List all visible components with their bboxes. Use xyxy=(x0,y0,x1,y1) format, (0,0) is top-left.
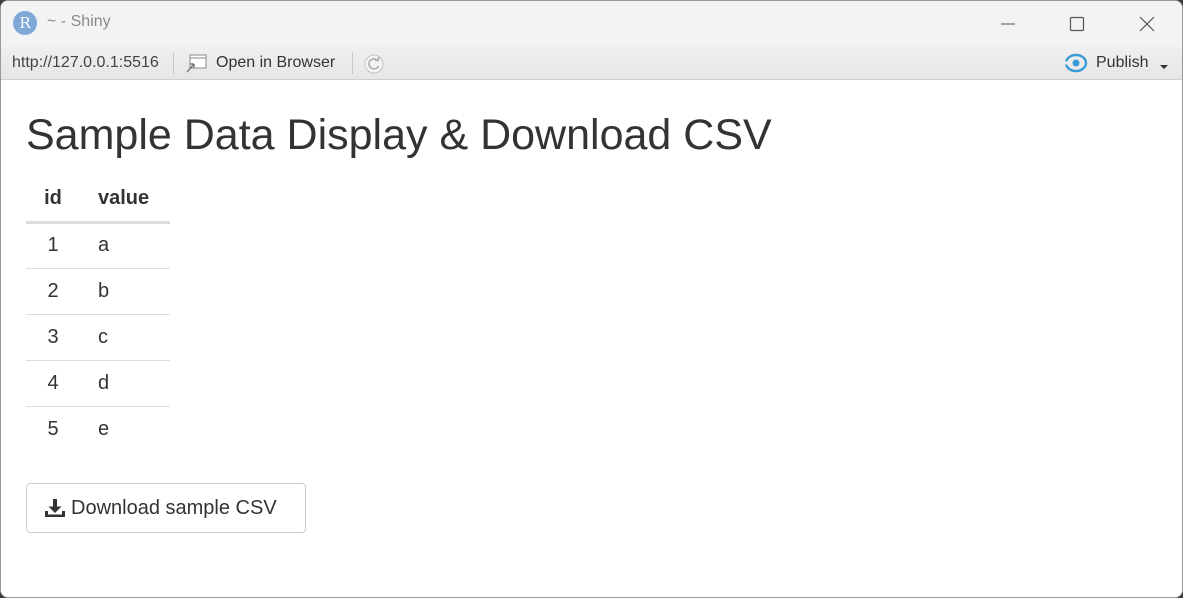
title-bar: R ~ - Shiny xyxy=(1,1,1182,46)
page-title: Sample Data Display & Download CSV xyxy=(26,111,772,159)
download-icon xyxy=(45,499,65,517)
download-csv-label: Download sample CSV xyxy=(71,496,277,519)
refresh-button[interactable] xyxy=(362,52,386,76)
open-in-browser-button[interactable]: Open in Browser xyxy=(185,51,335,75)
minimize-button[interactable] xyxy=(973,1,1043,46)
cell-value: b xyxy=(80,267,170,314)
publish-dropdown-button[interactable] xyxy=(1159,58,1169,76)
column-header-value: value xyxy=(80,177,170,224)
window-title: ~ - Shiny xyxy=(47,13,111,30)
app-content: Sample Data Display & Download CSV id va… xyxy=(1,81,1182,597)
publish-label: Publish xyxy=(1096,54,1149,71)
maximize-button[interactable] xyxy=(1042,1,1112,46)
minimize-icon xyxy=(1001,23,1015,24)
download-csv-button[interactable]: Download sample CSV xyxy=(26,483,306,533)
toolbar-separator xyxy=(352,52,353,74)
maximize-icon xyxy=(1069,16,1085,31)
toolbar-separator xyxy=(173,52,174,74)
cell-id: 5 xyxy=(26,405,80,452)
close-icon xyxy=(1139,16,1155,31)
cell-value: e xyxy=(80,405,170,452)
open-in-browser-label: Open in Browser xyxy=(216,54,336,71)
table-row: 4 d xyxy=(26,359,170,406)
table-row: 2 b xyxy=(26,267,170,314)
url-display[interactable]: http://127.0.0.1:5516 xyxy=(12,54,159,72)
table-row: 3 c xyxy=(26,313,170,360)
cell-id: 4 xyxy=(26,359,80,406)
cell-id: 1 xyxy=(47,234,59,256)
cell-id: 3 xyxy=(26,313,80,360)
table-header-row: id value xyxy=(26,177,170,224)
close-button[interactable] xyxy=(1112,1,1182,46)
open-in-browser-icon xyxy=(186,54,207,73)
app-window: R ~ - Shiny http://127.0.0.1:5516 Open i… xyxy=(0,0,1183,598)
refresh-icon xyxy=(364,54,384,74)
publish-button[interactable]: Publish xyxy=(1063,51,1148,75)
cell-id: 2 xyxy=(26,267,80,314)
table-row: 1 a xyxy=(26,222,170,268)
table-row: 5 e xyxy=(26,405,170,452)
cell-value: d xyxy=(80,359,170,406)
publish-icon xyxy=(1063,53,1088,73)
data-table: id value 1 a 2 b 3 c 4 d 5 e xyxy=(26,177,170,452)
caret-down-icon xyxy=(1160,65,1168,69)
viewer-toolbar: http://127.0.0.1:5516 Open in Browser Pu… xyxy=(1,46,1182,80)
cell-value: c xyxy=(80,313,170,360)
r-app-icon: R xyxy=(13,11,37,35)
column-header-id: id xyxy=(26,177,80,224)
cell-value: a xyxy=(98,234,110,256)
